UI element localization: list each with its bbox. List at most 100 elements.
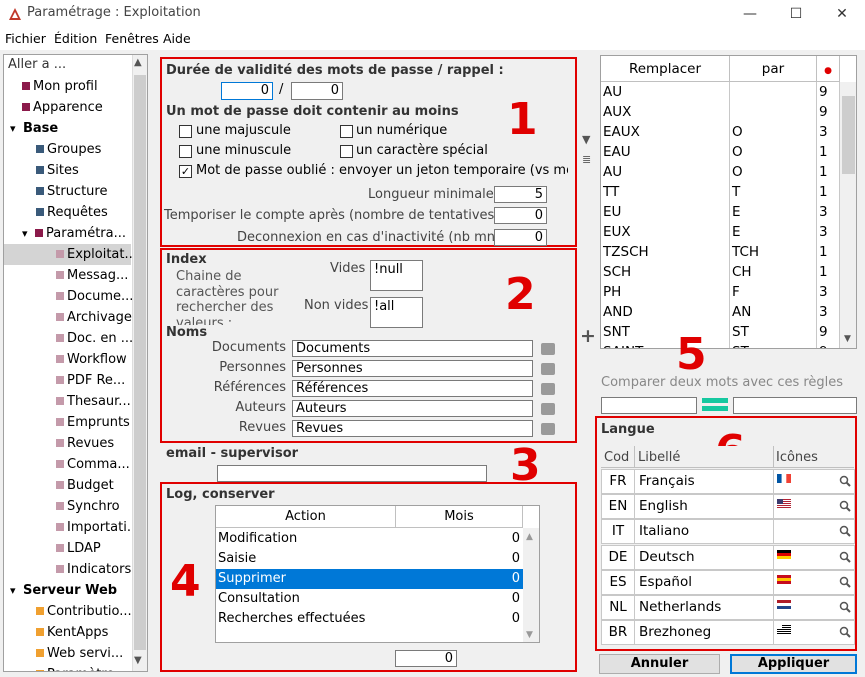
scroll-down-icon[interactable]: ▼ xyxy=(844,334,851,344)
inactivity-input[interactable]: 0 xyxy=(494,229,547,246)
scroll-down-icon[interactable]: ▼ xyxy=(526,630,533,640)
compare-word2-input[interactable] xyxy=(733,397,857,414)
tree-item[interactable]: Thesaur... xyxy=(4,391,131,412)
scroll-up-icon[interactable]: ▲ xyxy=(134,57,142,68)
search-icon[interactable] xyxy=(839,551,851,563)
language-label[interactable]: Français xyxy=(634,469,774,494)
scroll-down-icon[interactable]: ▼ xyxy=(134,655,142,666)
language-label[interactable]: Netherlands xyxy=(634,595,774,620)
chevron-down-icon[interactable]: ▾ xyxy=(10,118,23,139)
numeric-checkbox[interactable] xyxy=(340,125,353,138)
menu-edition[interactable]: Édition xyxy=(54,31,97,46)
replace-row[interactable]: EAU O 1 xyxy=(601,142,840,162)
replace-row[interactable]: EUX E 3 xyxy=(601,222,840,242)
log-scrollbar[interactable] xyxy=(523,528,539,642)
tree-item[interactable]: Comma... xyxy=(4,454,131,475)
tree-search-input[interactable]: Aller a ... xyxy=(4,55,129,75)
scroll-up-icon[interactable]: ▲ xyxy=(526,532,533,542)
minimize-button[interactable]: — xyxy=(727,0,773,28)
name-input[interactable]: Personnes xyxy=(292,360,533,377)
replace-col-par[interactable]: par xyxy=(730,56,817,82)
tree-item[interactable]: Budget xyxy=(4,475,131,496)
search-icon[interactable] xyxy=(839,525,851,538)
min-length-input[interactable]: 5 xyxy=(494,186,547,203)
tree-item[interactable]: ▾ Paramétra... xyxy=(4,223,131,244)
tree-item[interactable]: Exploitat... xyxy=(4,244,137,265)
empty-values-input[interactable]: !null xyxy=(370,260,423,291)
replace-row[interactable]: EU E 3 xyxy=(601,202,840,222)
tree-item[interactable]: Importati... xyxy=(4,517,139,538)
tree-item[interactable]: ▾ Serveur Web xyxy=(4,580,131,601)
tree-item[interactable]: Emprunts xyxy=(4,412,131,433)
replace-row[interactable]: AND AN 3 xyxy=(601,302,840,322)
replace-row[interactable]: EAUX O 3 xyxy=(601,122,840,142)
tree-item[interactable]: Requêtes xyxy=(4,202,131,223)
tree-item[interactable]: Mon profil xyxy=(4,76,131,97)
tree-item[interactable]: Contributio... xyxy=(4,601,132,622)
nonempty-values-input[interactable]: !all xyxy=(370,297,423,328)
tree-item[interactable]: LDAP xyxy=(4,538,131,559)
language-col-code[interactable]: Cod xyxy=(604,450,629,465)
tree-item[interactable]: Synchro xyxy=(4,496,131,517)
move-down-icon[interactable]: ▼ xyxy=(582,133,590,146)
tree-item[interactable]: PDF Re... xyxy=(4,370,131,391)
log-total-input[interactable]: 0 xyxy=(395,650,457,667)
tree-item[interactable]: Docume... xyxy=(4,286,133,307)
tree-item[interactable]: Archivage xyxy=(4,307,132,328)
lockout-input[interactable]: 0 xyxy=(494,207,547,224)
special-char-checkbox[interactable] xyxy=(340,145,353,158)
menu-fichier[interactable]: Fichier xyxy=(5,31,46,46)
replace-row[interactable]: AU 9 xyxy=(601,82,840,102)
menu-fenetres[interactable]: Fenêtres xyxy=(105,31,159,46)
log-row[interactable]: Recherches effectuées 0 xyxy=(216,609,523,629)
chevron-down-icon[interactable]: ▾ xyxy=(10,580,23,601)
temp-token-checkbox[interactable]: ✓ xyxy=(179,165,192,178)
tree-item[interactable]: Messag... xyxy=(4,265,131,286)
name-input[interactable]: Auteurs xyxy=(292,400,533,417)
language-label[interactable]: Deutsch xyxy=(634,544,774,570)
email-supervisor-input[interactable] xyxy=(217,465,487,482)
replace-row[interactable]: AUX 9 xyxy=(601,102,840,122)
tree-item[interactable]: KentApps xyxy=(4,622,131,643)
compare-word1-input[interactable] xyxy=(601,397,697,414)
tree-item[interactable]: ▾ Base xyxy=(4,118,131,139)
cancel-button[interactable]: Annuler xyxy=(599,654,720,674)
replace-row[interactable]: SCH CH 1 xyxy=(601,262,840,282)
validity-days-input[interactable]: 0 xyxy=(221,82,273,100)
tree-item[interactable]: Groupes xyxy=(4,139,131,160)
replace-scrollbar-thumb[interactable] xyxy=(842,96,855,174)
search-icon[interactable] xyxy=(839,475,851,487)
log-row[interactable]: Supprimer 0 xyxy=(216,569,523,589)
replace-row[interactable]: AU O 1 xyxy=(601,162,840,182)
maximize-button[interactable]: ☐ xyxy=(773,0,819,28)
log-col-months[interactable]: Mois xyxy=(396,506,523,528)
close-button[interactable]: ✕ xyxy=(819,0,865,28)
tree-item[interactable]: Sites xyxy=(4,160,131,181)
settings-icon[interactable] xyxy=(541,423,555,435)
name-input[interactable]: Références xyxy=(292,380,533,397)
search-icon[interactable] xyxy=(839,500,851,512)
log-col-action[interactable]: Action xyxy=(216,506,396,528)
log-row[interactable]: Consultation 0 xyxy=(216,589,523,609)
uppercase-checkbox[interactable] xyxy=(179,125,192,138)
chevron-down-icon[interactable]: ▾ xyxy=(22,223,35,244)
reminder-days-input[interactable]: 0 xyxy=(291,82,343,100)
apply-button[interactable]: Appliquer xyxy=(730,654,857,674)
replace-row[interactable]: SNT ST 9 xyxy=(601,322,840,342)
settings-icon[interactable] xyxy=(541,343,555,355)
settings-icon[interactable] xyxy=(541,363,555,375)
tree-item[interactable]: Apparence xyxy=(4,97,131,118)
name-input[interactable]: Documents xyxy=(292,340,533,357)
name-input[interactable]: Revues xyxy=(292,420,533,437)
replace-col-weight[interactable]: ● xyxy=(817,56,840,82)
language-col-label[interactable]: Libellé xyxy=(638,450,680,465)
replace-row[interactable]: PH F 3 xyxy=(601,282,840,302)
search-icon[interactable] xyxy=(839,601,851,613)
add-rule-icon[interactable]: + xyxy=(580,325,596,347)
search-icon[interactable] xyxy=(839,626,851,638)
tree-item[interactable]: Workflow xyxy=(4,349,131,370)
language-label[interactable]: Italiano xyxy=(634,519,774,545)
language-label[interactable]: Brezhoneg xyxy=(634,620,774,646)
menu-aide[interactable]: Aide xyxy=(163,31,191,46)
equal-icon[interactable] xyxy=(702,398,728,412)
